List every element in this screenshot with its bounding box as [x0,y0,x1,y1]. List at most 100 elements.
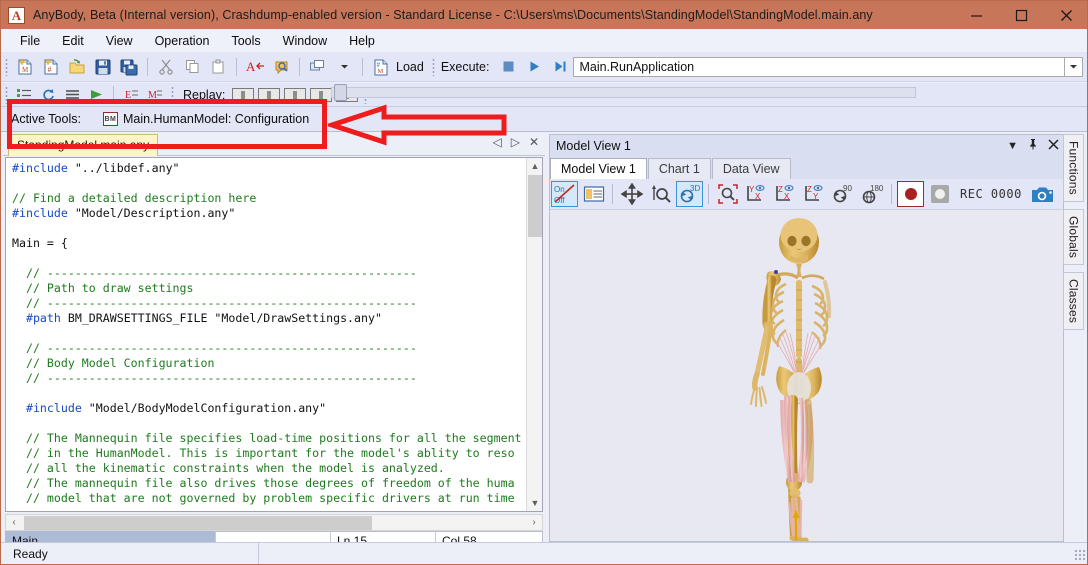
menu-help[interactable]: Help [338,31,386,51]
rotate-90-icon[interactable]: 90 [830,181,857,207]
menu-operation[interactable]: Operation [144,31,221,51]
model-view-tab-strip: Model View 1 Chart 1 Data View [550,156,1063,179]
copy-icon[interactable] [180,56,204,78]
vertical-scroll-thumb[interactable] [528,175,542,237]
menu-view[interactable]: View [95,31,144,51]
main-toolbar: M # A # M Load Execute: Main.RunApplicat… [1,52,1087,82]
svg-text:Y: Y [813,192,819,201]
load-button-label[interactable]: Load [396,60,424,74]
tab-model-view-1[interactable]: Model View 1 [550,158,647,179]
scroll-left-icon[interactable]: ‹ [6,515,22,530]
close-button[interactable] [1044,1,1087,29]
new-model-file-icon[interactable]: M [13,56,37,78]
menu-edit[interactable]: Edit [51,31,95,51]
svg-text:X: X [784,192,790,201]
find-replace-icon[interactable]: A [243,56,267,78]
view-zy-icon[interactable]: Z Y [801,181,828,207]
toolbar-separator [362,57,363,76]
window-layout-icon[interactable] [306,56,330,78]
model-view-header: Model View 1 ▼ [550,135,1063,156]
svg-text:On: On [554,185,565,194]
tab-close-icon[interactable]: ✕ [529,135,539,149]
horizontal-scroll-thumb[interactable] [24,516,372,530]
replay-timeline-track[interactable] [331,87,916,98]
model-view-3d-canvas[interactable] [550,210,1063,541]
outline-collapse-icon[interactable] [13,85,35,104]
svg-text:M: M [377,68,383,75]
model-view-header-buttons: ▼ [1007,135,1059,156]
zoom-select-icon[interactable] [647,181,674,207]
editor-vertical-scrollbar[interactable]: ▲ ▼ [526,158,542,511]
step-execution-icon[interactable] [548,56,572,78]
replay-next-frame-button[interactable] [310,87,333,102]
execute-dropdown-icon[interactable] [1065,56,1083,77]
open-folder-icon[interactable] [65,56,89,78]
replay-first-frame-button[interactable] [232,87,255,102]
editor-file-tab[interactable]: StandingModel.main.any [8,134,159,156]
source-code: #include "../libdef.any" // Find a detai… [12,161,522,505]
replay-group-grip[interactable] [171,85,174,104]
toolbar-separator [891,184,892,204]
run-execution-icon[interactable] [522,56,546,78]
goto-model-icon[interactable]: M [144,85,166,104]
replay-toolbar-grip[interactable] [5,85,8,104]
scroll-right-icon[interactable]: › [526,515,542,530]
scroll-down-icon[interactable]: ▼ [527,495,542,511]
load-model-icon[interactable]: # M [369,56,393,78]
toolbar-grip[interactable] [5,57,8,76]
execute-group-grip[interactable] [431,57,435,76]
stop-execution-icon[interactable] [496,56,520,78]
active-tools-value[interactable]: Main.HumanModel: Configuration [123,112,309,126]
tab-next-icon[interactable]: ▷ [511,135,520,149]
tab-chart-1[interactable]: Chart 1 [647,158,711,179]
minimize-button[interactable] [954,1,999,29]
menu-file[interactable]: File [9,31,51,51]
maximize-button[interactable] [999,1,1044,29]
run-green-icon[interactable] [85,85,107,104]
scroll-up-icon[interactable]: ▲ [527,158,542,174]
toolbar-separator [147,57,148,76]
rotate-3d-icon[interactable]: 3D [676,181,703,207]
on-off-toggle-icon[interactable]: On Off [551,181,578,207]
search-icon[interactable] [269,56,293,78]
reload-icon[interactable] [37,85,59,104]
dock-tab-classes[interactable]: Classes [1063,271,1084,331]
zoom-window-icon[interactable] [714,181,741,207]
panel-dropdown-icon[interactable]: ▼ [1007,140,1018,152]
replay-prev-frame-button[interactable] [258,87,281,102]
goto-error-icon[interactable]: E [120,85,142,104]
save-all-icon[interactable] [117,56,141,78]
paste-icon[interactable] [206,56,230,78]
new-include-file-icon[interactable]: # [39,56,63,78]
cut-icon[interactable] [154,56,178,78]
save-icon[interactable] [91,56,115,78]
menu-window[interactable]: Window [272,31,338,51]
window-layout-dropdown-icon[interactable] [332,56,356,78]
view-zx-icon[interactable]: Z X [772,181,799,207]
camera-icon[interactable] [1030,181,1057,207]
list-icon[interactable] [61,85,83,104]
replay-timeline-thumb[interactable] [334,84,347,101]
panel-pin-icon[interactable] [1028,138,1038,153]
execute-label: Execute: [440,59,490,74]
dock-tab-functions[interactable]: Functions [1063,134,1084,202]
menu-tools[interactable]: Tools [220,31,271,51]
pan-icon[interactable] [618,181,645,207]
application-status-bar: Ready [1,542,1087,564]
view-yx-icon[interactable]: Y X [743,181,770,207]
execute-operation-input[interactable]: Main.RunApplication [573,56,1065,77]
record-icon[interactable] [897,181,924,207]
properties-icon[interactable] [580,181,607,207]
code-text-area[interactable]: #include "../libdef.any" // Find a detai… [5,157,543,512]
resize-grip-icon[interactable] [1074,549,1086,561]
tab-data-view[interactable]: Data View [711,158,791,179]
stop-record-icon[interactable] [926,181,953,207]
rotate-180-icon[interactable]: 180 [859,181,886,207]
model-view-panel: Model View 1 ▼ Model View 1 Chart 1 Data… [549,134,1064,542]
panel-close-icon[interactable] [1048,138,1059,153]
svg-text:#: # [48,65,52,74]
tab-prev-icon[interactable]: ◁ [492,135,501,149]
editor-horizontal-scrollbar[interactable]: ‹ › [5,514,543,531]
replay-play-button[interactable] [284,87,307,102]
dock-tab-globals[interactable]: Globals [1063,208,1084,265]
